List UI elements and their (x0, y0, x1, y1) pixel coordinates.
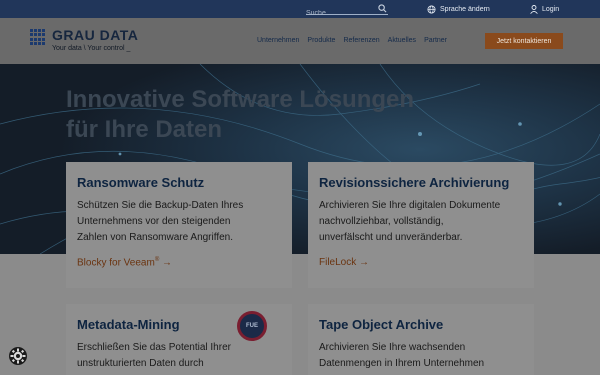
user-icon (530, 4, 538, 14)
globe-icon (427, 4, 436, 14)
logo[interactable]: GRAU DATA Your data \ Your control _ (30, 27, 150, 57)
card-title: Metadata-Mining (77, 317, 180, 332)
link-label: FileLock (319, 257, 357, 268)
card-text-line: Unternehmens vor den steigenden (77, 216, 231, 227)
card-text-line: unverfälscht und unveränderbar. (319, 232, 463, 243)
main-nav: Unternehmen Produkte Referenzen Aktuelle… (257, 37, 447, 44)
hero-title-line-1: Innovative Software Lösungen (66, 86, 415, 113)
card-text-line: Zahlen von Ransomware Angriffen. (77, 232, 234, 243)
nav-item-partner[interactable]: Partner (424, 37, 447, 44)
card-description: Archivieren Sie Ihre digitalen Dokumente… (319, 198, 500, 246)
filelock-link[interactable]: FileLock → (319, 257, 369, 268)
hero-title: Innovative Software Lösungen für Ihre Da… (66, 85, 414, 145)
card-text-line: Schützen Sie die Backup-Daten Ihres (77, 200, 244, 211)
card-text-line: unstrukturierten Daten durch (77, 358, 204, 369)
site-header: GRAU DATA Your data \ Your control _ Unt… (0, 18, 600, 64)
card-text-line: Archivieren Sie Ihre wachsenden (319, 342, 466, 353)
card-description: Archivieren Sie Ihre wachsenden Datenmen… (319, 340, 484, 372)
card-title: Revisionssichere Archivierung (319, 175, 510, 190)
nav-item-produkte[interactable]: Produkte (307, 37, 335, 44)
card-archiving: Revisionssichere Archivierung Archiviere… (308, 162, 534, 288)
nav-item-referenzen[interactable]: Referenzen (343, 37, 379, 44)
nav-item-aktuelles[interactable]: Aktuelles (388, 37, 416, 44)
card-description: Schützen Sie die Backup-Daten Ihres Unte… (77, 198, 243, 246)
card-metadata-mining: Metadata-Mining FUE Erschließen Sie das … (66, 304, 292, 375)
hero-title-line-2: für Ihre Daten (66, 116, 223, 143)
nav-item-unternehmen[interactable]: Unternehmen (257, 37, 299, 44)
card-text-line: Archivieren Sie Ihre digitalen Dokumente (319, 200, 501, 211)
link-label: Blocky for Veeam (77, 257, 155, 269)
contact-button[interactable]: Jetzt kontaktieren (485, 33, 563, 49)
blocky-veeam-link[interactable]: Blocky for Veeam® → (77, 257, 172, 268)
card-tape-archive: Tape Object Archive Archivieren Sie Ihre… (308, 304, 534, 375)
logo-tagline: Your data \ Your control _ (52, 45, 131, 52)
arrow-right-icon: → (162, 257, 173, 269)
arrow-right-icon: → (359, 257, 370, 268)
top-bar: Sprache ändern Login (0, 0, 600, 20)
search-box[interactable] (306, 2, 388, 20)
registered-mark: ® (154, 257, 160, 263)
logo-title: GRAU DATA (52, 27, 139, 43)
card-title: Tape Object Archive (319, 317, 444, 332)
logo-mark-icon (30, 29, 46, 45)
card-ransomware: Ransomware Schutz Schützen Sie die Backu… (66, 162, 292, 288)
login-label: Login (542, 5, 560, 13)
login-link[interactable]: Login (530, 3, 559, 15)
card-title: Ransomware Schutz (77, 175, 205, 190)
card-text-line: Datenmengen in Ihrem Unternehmen (319, 358, 485, 369)
language-switch[interactable]: Sprache ändern (427, 3, 490, 15)
card-description: Erschließen Sie das Potential Ihrer unst… (77, 340, 231, 372)
card-text-line: Erschließen Sie das Potential Ihrer (77, 342, 231, 353)
language-label: Sprache ändern (440, 5, 490, 13)
card-text-line: nachvollziehbar, vollständig, (319, 216, 444, 227)
search-icon[interactable] (378, 4, 387, 13)
fue-badge-icon: FUE (237, 311, 267, 341)
cookie-settings-gear-icon[interactable] (8, 346, 28, 366)
badge-label: FUE (246, 323, 258, 329)
